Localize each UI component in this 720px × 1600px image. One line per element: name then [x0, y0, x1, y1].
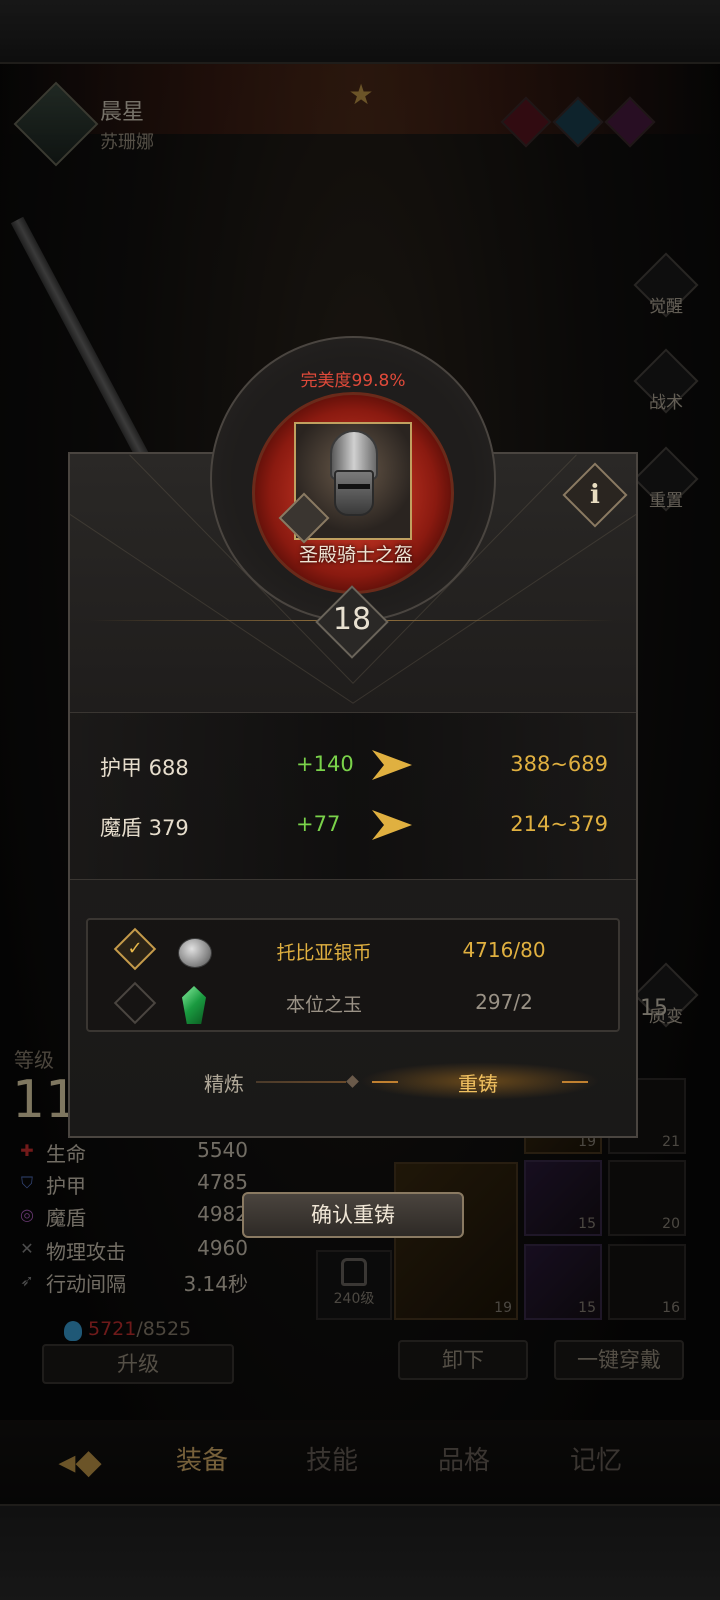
attribute-name: 护甲 688: [100, 756, 189, 780]
tab-reforge[interactable]: 重铸: [458, 1068, 498, 1097]
check-icon: ✓: [127, 938, 143, 959]
templar-helmet-icon: [324, 430, 384, 522]
tab-refine[interactable]: 精炼: [204, 1068, 244, 1097]
cost-name: 托比亚银币: [276, 942, 372, 964]
divider: [372, 1081, 398, 1083]
attribute-range: 388~689: [510, 752, 608, 776]
divider: [386, 620, 614, 621]
item-name: 圣殿骑士之盔: [298, 544, 413, 566]
arrow-right-icon: [372, 750, 412, 780]
cost-name: 本位之玉: [285, 994, 362, 1016]
info-icon: i: [590, 480, 600, 510]
attribute-range: 214~379: [510, 812, 608, 836]
silver-coin-icon: [178, 938, 212, 968]
cost-value: 297/2: [475, 990, 533, 1014]
item-level: 18: [332, 602, 372, 637]
confirm-reforge-button[interactable]: 确认重铸: [242, 1192, 464, 1238]
cost-value: 4716/80: [462, 938, 546, 962]
divider: [90, 620, 318, 621]
attribute-name: 魔盾 379: [100, 816, 189, 840]
divider: [256, 1081, 346, 1083]
divider: [562, 1081, 588, 1083]
attribute-increase: +77: [296, 812, 341, 836]
perfection-label: 完美度99.8%: [300, 371, 406, 391]
attribute-band: [70, 712, 636, 880]
arrow-right-icon: [372, 810, 412, 840]
attribute-increase: +140: [296, 752, 354, 776]
